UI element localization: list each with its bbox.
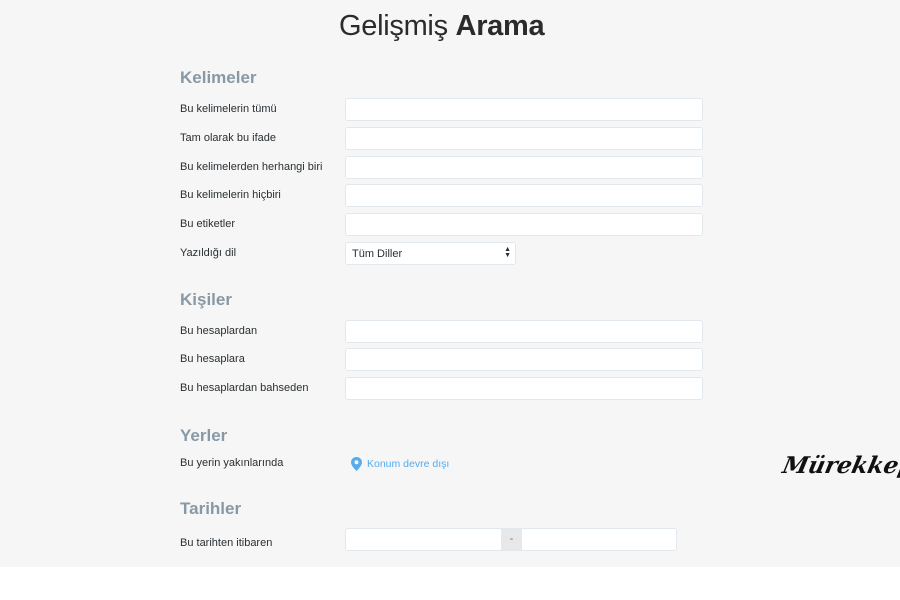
page-title-light: Gelişmiş bbox=[339, 10, 448, 42]
date-to-input[interactable] bbox=[522, 529, 676, 550]
date-separator: - bbox=[501, 529, 522, 550]
from-accounts-input[interactable] bbox=[345, 320, 703, 343]
mentioning-accounts-label: Bu hesaplardan bahseden bbox=[180, 382, 309, 394]
any-words-label: Bu kelimelerden herhangi biri bbox=[180, 161, 323, 173]
places-section-heading: Yerler bbox=[180, 426, 228, 445]
since-date-label: Bu tarihten itibaren bbox=[180, 537, 273, 549]
location-disabled-link[interactable]: Konum devre dışı bbox=[351, 457, 449, 471]
from-accounts-label: Bu hesaplardan bbox=[180, 325, 258, 337]
mentioning-accounts-input[interactable] bbox=[345, 377, 703, 400]
none-words-input[interactable] bbox=[345, 184, 703, 207]
language-label: Yazıldığı dil bbox=[180, 247, 237, 259]
watermark-logo: Mürekkep bbox=[780, 452, 900, 479]
all-words-input[interactable] bbox=[345, 98, 703, 121]
near-place-label: Bu yerin yakınlarında bbox=[180, 457, 284, 469]
to-accounts-label: Bu hesaplara bbox=[180, 353, 245, 365]
page-title-bold: Arama bbox=[455, 10, 545, 42]
select-arrows-icon: ▲ ▼ bbox=[504, 246, 511, 259]
hashtags-label: Bu etiketler bbox=[180, 218, 236, 230]
exact-phrase-label: Tam olarak bu ifade bbox=[180, 132, 276, 144]
to-accounts-input[interactable] bbox=[345, 348, 703, 371]
language-select-value: Tüm Diller bbox=[352, 248, 403, 260]
dates-section-heading: Tarihler bbox=[180, 499, 242, 518]
date-range-group: - bbox=[345, 528, 677, 551]
any-words-input[interactable] bbox=[345, 156, 703, 179]
page-title: Gelişmiş Arama bbox=[339, 10, 545, 43]
words-section-heading: Kelimeler bbox=[180, 68, 257, 87]
language-select[interactable]: Tüm Diller ▲ ▼ bbox=[345, 242, 516, 265]
map-pin-icon bbox=[351, 457, 362, 471]
location-link-text: Konum devre dışı bbox=[367, 458, 450, 470]
all-words-label: Bu kelimelerin tümü bbox=[180, 103, 277, 115]
date-from-input[interactable] bbox=[346, 529, 501, 550]
hashtags-input[interactable] bbox=[345, 213, 703, 236]
people-section-heading: Kişiler bbox=[180, 290, 232, 309]
exact-phrase-input[interactable] bbox=[345, 127, 703, 150]
none-words-label: Bu kelimelerin hiçbiri bbox=[180, 189, 281, 201]
advanced-search-page: Gelişmiş Arama Kelimeler Bu kelimelerin … bbox=[0, 0, 900, 567]
